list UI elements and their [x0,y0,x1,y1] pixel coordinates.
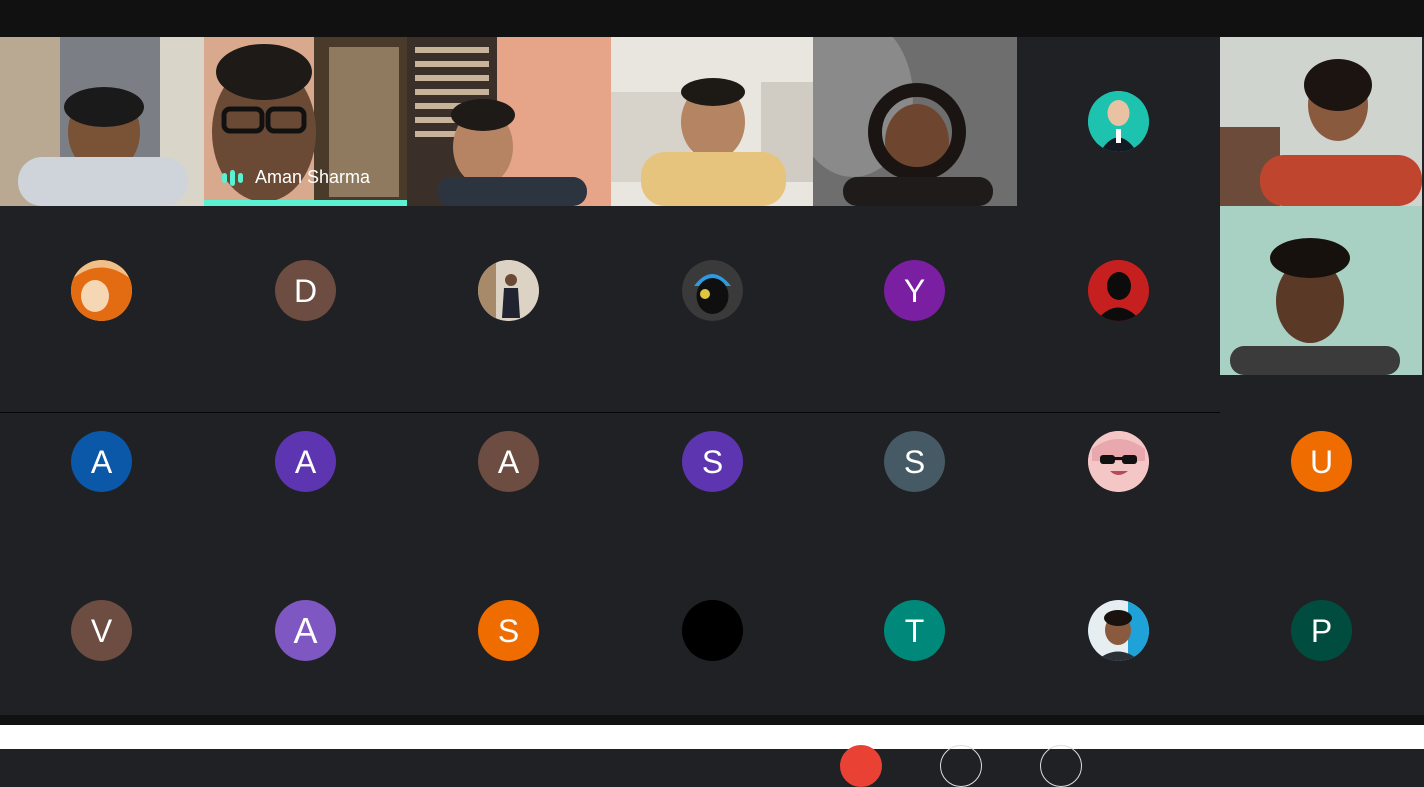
avatar-initial: P [1310,612,1333,649]
profile-photo-silhouette-red [1088,260,1149,321]
participant-avatar: A [71,431,132,492]
participant-avatar [682,260,743,321]
participant-avatar: S [884,431,945,492]
participant-avatar [71,260,132,321]
speaker-name: Aman Sharma [255,167,371,187]
participant-avatar [1088,600,1149,661]
profile-photo-man [1088,600,1149,661]
speaking-indicator-bar [204,200,407,206]
grid-bottom-edge [0,715,1424,725]
participant-avatar [478,260,539,321]
avatar-tile[interactable] [1017,37,1220,206]
video-tile[interactable] [0,37,204,206]
profile-photo-teal [1088,91,1149,152]
video-tile[interactable] [1220,37,1422,206]
avatar-initial: V [90,612,113,649]
avatar-initial: A [294,443,317,480]
video-tile[interactable] [813,37,1017,206]
participant-avatar: P [1291,600,1352,661]
participant-avatar: D [275,260,336,321]
participant-avatar [1088,431,1149,492]
participant-avatar: A [478,431,539,492]
top-bar [0,0,1424,37]
avatar-initial: A [90,443,113,480]
avatar-initial: D [293,272,318,309]
participant-avatar [682,600,743,661]
profile-photo-anime-sunglasses [1088,431,1149,492]
participant-avatar: U [1291,431,1352,492]
bottom-control-bar [0,725,1424,749]
participant-avatar: S [682,431,743,492]
participant-avatar: A [275,600,336,661]
participant-video-girl-orange [1220,37,1422,206]
mic-button[interactable] [840,745,882,787]
avatar-initial: S [903,443,926,480]
speaker-name-chip: Aman Sharma [222,167,370,188]
camera-button[interactable] [940,745,982,787]
participant-video-blinds [407,37,611,206]
avatar-initial: T [904,612,925,649]
avatar-initial: S [701,443,724,480]
participant-avatar: T [884,600,945,661]
profile-photo-skull-cap [682,260,743,321]
profile-photo-black [682,600,743,661]
video-tile[interactable] [1220,206,1422,375]
avatar-initial: U [1309,443,1334,480]
participant-video-boy-headphones [0,37,204,206]
participant-video-woman [813,37,1017,206]
participant-avatar [1088,91,1149,152]
participant-avatar: S [478,600,539,661]
participant-avatar [1088,260,1149,321]
audio-level-icon [222,169,243,186]
participant-video-man-green [1220,206,1422,375]
participant-avatar: Y [884,260,945,321]
row-divider [0,412,1220,413]
participant-avatar: A [275,431,336,492]
leave-call-button[interactable] [1040,745,1082,787]
video-tile[interactable] [407,37,611,206]
profile-photo-suit [478,260,539,321]
avatar-initial: Y [903,272,926,309]
avatar-initial: S [497,612,520,649]
avatar-initial: A [293,609,318,651]
profile-photo-anime-orange [71,260,132,321]
avatar-initial: A [497,443,520,480]
video-tile[interactable] [611,37,813,206]
video-tile-active-speaker[interactable]: Aman Sharma [204,37,407,206]
participant-video-cafe [611,37,813,206]
participant-avatar: V [71,600,132,661]
